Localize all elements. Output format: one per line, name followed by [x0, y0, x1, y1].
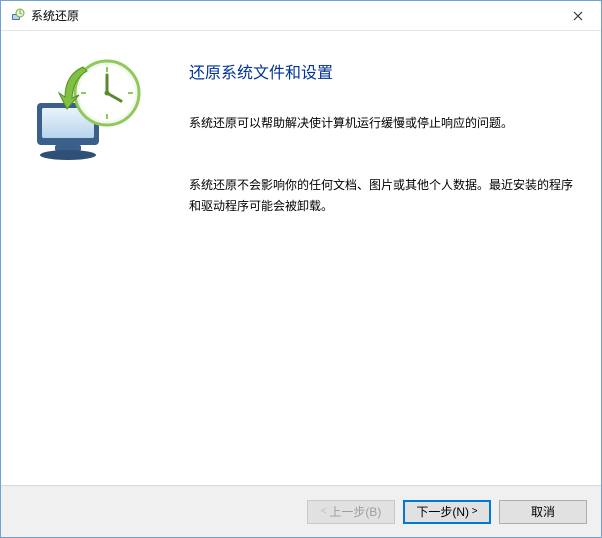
- cancel-button-label: 取消: [531, 503, 555, 520]
- intro-paragraph-1: 系统还原可以帮助解决使计算机运行缓慢或停止响应的问题。: [189, 113, 577, 133]
- back-button-label: 上一步(B): [329, 503, 381, 520]
- next-button[interactable]: 下一步(N) >: [403, 500, 491, 524]
- page-heading: 还原系统文件和设置: [189, 59, 577, 83]
- intro-paragraph-2: 系统还原不会影响你的任何文档、图片或其他个人数据。最近安装的程序和驱动程序可能会…: [189, 175, 577, 216]
- text-column: 还原系统文件和设置 系统还原可以帮助解决使计算机运行缓慢或停止响应的问题。 系统…: [185, 49, 577, 475]
- titlebar: 系统还原: [1, 1, 601, 31]
- next-button-label: 下一步(N): [416, 503, 469, 520]
- close-button[interactable]: [555, 1, 601, 31]
- system-restore-icon: [9, 8, 25, 24]
- chevron-left-icon: <: [321, 506, 330, 517]
- system-restore-window: 系统还原: [0, 0, 602, 538]
- back-button: < 上一步(B): [307, 500, 395, 524]
- window-title: 系统还原: [31, 7, 555, 24]
- chevron-right-icon: >: [469, 506, 478, 517]
- illustration-column: [25, 49, 185, 475]
- wizard-footer: < 上一步(B) 下一步(N) > 取消: [1, 485, 601, 537]
- cancel-button[interactable]: 取消: [499, 500, 587, 524]
- system-restore-illustration-icon: [25, 55, 155, 165]
- close-icon: [573, 8, 583, 24]
- content-area: 还原系统文件和设置 系统还原可以帮助解决使计算机运行缓慢或停止响应的问题。 系统…: [1, 31, 601, 485]
